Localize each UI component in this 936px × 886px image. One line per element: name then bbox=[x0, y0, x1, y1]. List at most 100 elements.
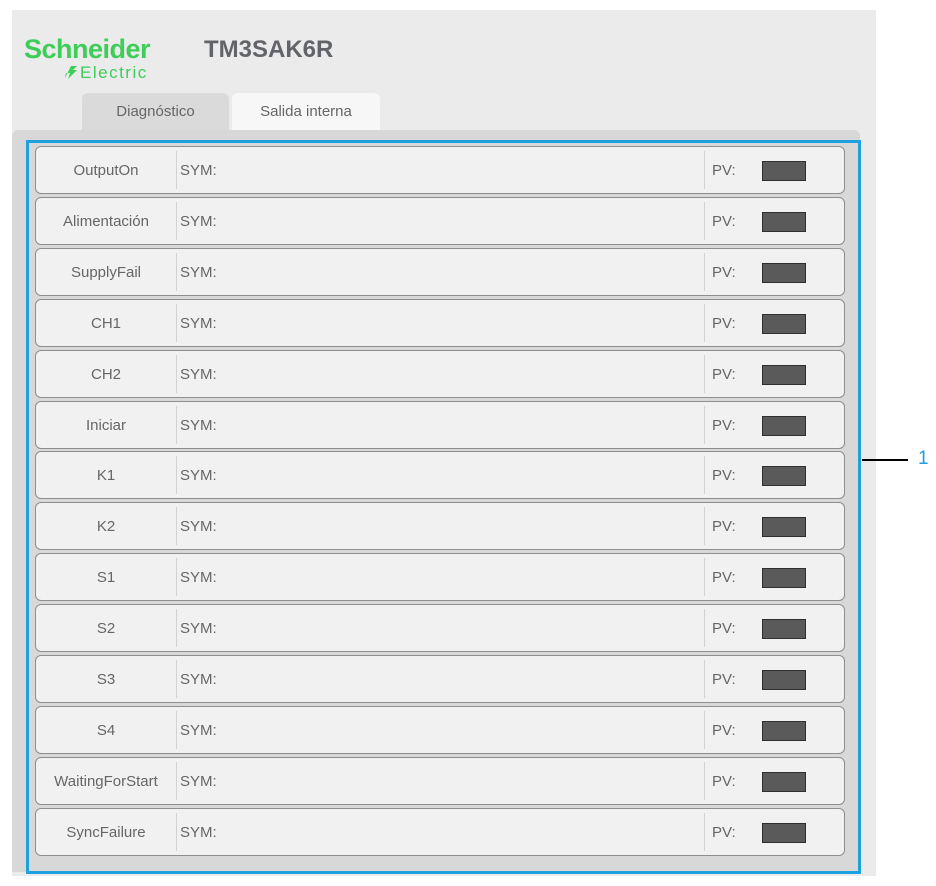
row-label: WaitingForStart bbox=[54, 772, 158, 790]
row-divider bbox=[176, 151, 177, 189]
diagnostic-row: SyncFailure SYM: PV: bbox=[35, 808, 845, 856]
row-divider bbox=[176, 253, 177, 291]
pv-indicator bbox=[762, 823, 806, 843]
row-divider bbox=[704, 711, 705, 749]
sym-label: SYM: bbox=[180, 619, 217, 637]
diagnostic-row: Alimentación SYM: PV: bbox=[35, 197, 845, 245]
row-divider bbox=[704, 202, 705, 240]
row-divider bbox=[704, 304, 705, 342]
row-divider bbox=[704, 151, 705, 189]
sym-label: SYM: bbox=[180, 365, 217, 383]
diagnostic-row: Iniciar SYM: PV: bbox=[35, 401, 845, 449]
pv-label: PV: bbox=[712, 161, 736, 179]
pv-label: PV: bbox=[712, 772, 736, 790]
tab-label: Diagnóstico bbox=[116, 103, 195, 120]
row-divider bbox=[176, 304, 177, 342]
row-divider bbox=[176, 762, 177, 800]
row-divider bbox=[704, 762, 705, 800]
row-divider bbox=[704, 558, 705, 596]
row-label: SupplyFail bbox=[70, 263, 142, 281]
diagnostic-row: S2 SYM: PV: bbox=[35, 604, 845, 652]
pv-label: PV: bbox=[712, 823, 736, 841]
sym-label: SYM: bbox=[180, 212, 217, 230]
sym-label: SYM: bbox=[180, 517, 217, 535]
pv-label: PV: bbox=[712, 721, 736, 739]
row-label: SyncFailure bbox=[66, 823, 146, 841]
row-label: S2 bbox=[96, 619, 116, 637]
diagnostic-row: CH1 SYM: PV: bbox=[35, 299, 845, 347]
sym-label: SYM: bbox=[180, 772, 217, 790]
row-divider bbox=[176, 507, 177, 545]
sym-label: SYM: bbox=[180, 721, 217, 739]
pv-indicator bbox=[762, 161, 806, 181]
pv-indicator bbox=[762, 466, 806, 486]
pv-label: PV: bbox=[712, 466, 736, 484]
callout-number: 1 bbox=[918, 448, 929, 469]
diagnostic-row: SupplyFail SYM: PV: bbox=[35, 248, 845, 296]
pv-label: PV: bbox=[712, 670, 736, 688]
row-label: Alimentación bbox=[63, 212, 149, 230]
sym-label: SYM: bbox=[180, 314, 217, 332]
pv-indicator bbox=[762, 619, 806, 639]
sym-label: SYM: bbox=[180, 823, 217, 841]
callout-leader-line bbox=[862, 459, 908, 461]
row-divider bbox=[176, 609, 177, 647]
row-divider bbox=[176, 558, 177, 596]
row-divider bbox=[704, 660, 705, 698]
tab-diagnostico[interactable]: Diagnóstico bbox=[82, 93, 229, 130]
pv-label: PV: bbox=[712, 263, 736, 281]
sym-label: SYM: bbox=[180, 670, 217, 688]
sym-label: SYM: bbox=[180, 416, 217, 434]
row-label: OutputOn bbox=[73, 161, 139, 179]
row-label: Iniciar bbox=[85, 416, 126, 434]
row-divider bbox=[704, 507, 705, 545]
row-divider bbox=[704, 456, 705, 494]
pv-label: PV: bbox=[712, 619, 736, 637]
row-divider bbox=[176, 711, 177, 749]
diagnostic-row: S3 SYM: PV: bbox=[35, 655, 845, 703]
logo-mark-icon bbox=[65, 66, 77, 79]
pv-indicator bbox=[762, 568, 806, 588]
sym-label: SYM: bbox=[180, 466, 217, 484]
diagnostic-row: OutputOn SYM: PV: bbox=[35, 146, 845, 194]
pv-label: PV: bbox=[712, 365, 736, 383]
pv-label: PV: bbox=[712, 212, 736, 230]
pv-indicator bbox=[762, 721, 806, 741]
pv-indicator bbox=[762, 772, 806, 792]
row-divider bbox=[704, 813, 705, 851]
diagnostic-row: K1 SYM: PV: bbox=[35, 451, 845, 499]
diagnostic-row: CH2 SYM: PV: bbox=[35, 350, 845, 398]
sym-label: SYM: bbox=[180, 568, 217, 586]
row-label: K1 bbox=[96, 466, 116, 484]
pv-indicator bbox=[762, 212, 806, 232]
row-label: CH1 bbox=[90, 314, 121, 332]
row-divider bbox=[704, 253, 705, 291]
row-label: S4 bbox=[96, 721, 116, 739]
pv-indicator bbox=[762, 416, 806, 436]
pv-indicator bbox=[762, 517, 806, 537]
sym-label: SYM: bbox=[180, 263, 217, 281]
sym-label: SYM: bbox=[180, 161, 217, 179]
row-divider bbox=[176, 813, 177, 851]
row-divider bbox=[176, 406, 177, 444]
row-divider bbox=[176, 202, 177, 240]
diagnostic-row: K2 SYM: PV: bbox=[35, 502, 845, 550]
pv-label: PV: bbox=[712, 416, 736, 434]
pv-label: PV: bbox=[712, 314, 736, 332]
pv-indicator bbox=[762, 365, 806, 385]
row-divider bbox=[176, 355, 177, 393]
logo-subword: Electric bbox=[80, 63, 148, 82]
tab-salida-interna[interactable]: Salida interna bbox=[232, 93, 380, 130]
row-label: CH2 bbox=[90, 365, 121, 383]
row-label: S1 bbox=[96, 568, 116, 586]
pv-indicator bbox=[762, 263, 806, 283]
schneider-logo: Schneider Electric bbox=[24, 36, 184, 86]
row-divider bbox=[704, 406, 705, 444]
device-title: TM3SAK6R bbox=[204, 36, 334, 63]
pv-indicator bbox=[762, 314, 806, 334]
row-divider bbox=[176, 456, 177, 494]
diagnostic-row: S4 SYM: PV: bbox=[35, 706, 845, 754]
row-divider bbox=[704, 609, 705, 647]
row-divider bbox=[704, 355, 705, 393]
row-label: K2 bbox=[96, 517, 116, 535]
